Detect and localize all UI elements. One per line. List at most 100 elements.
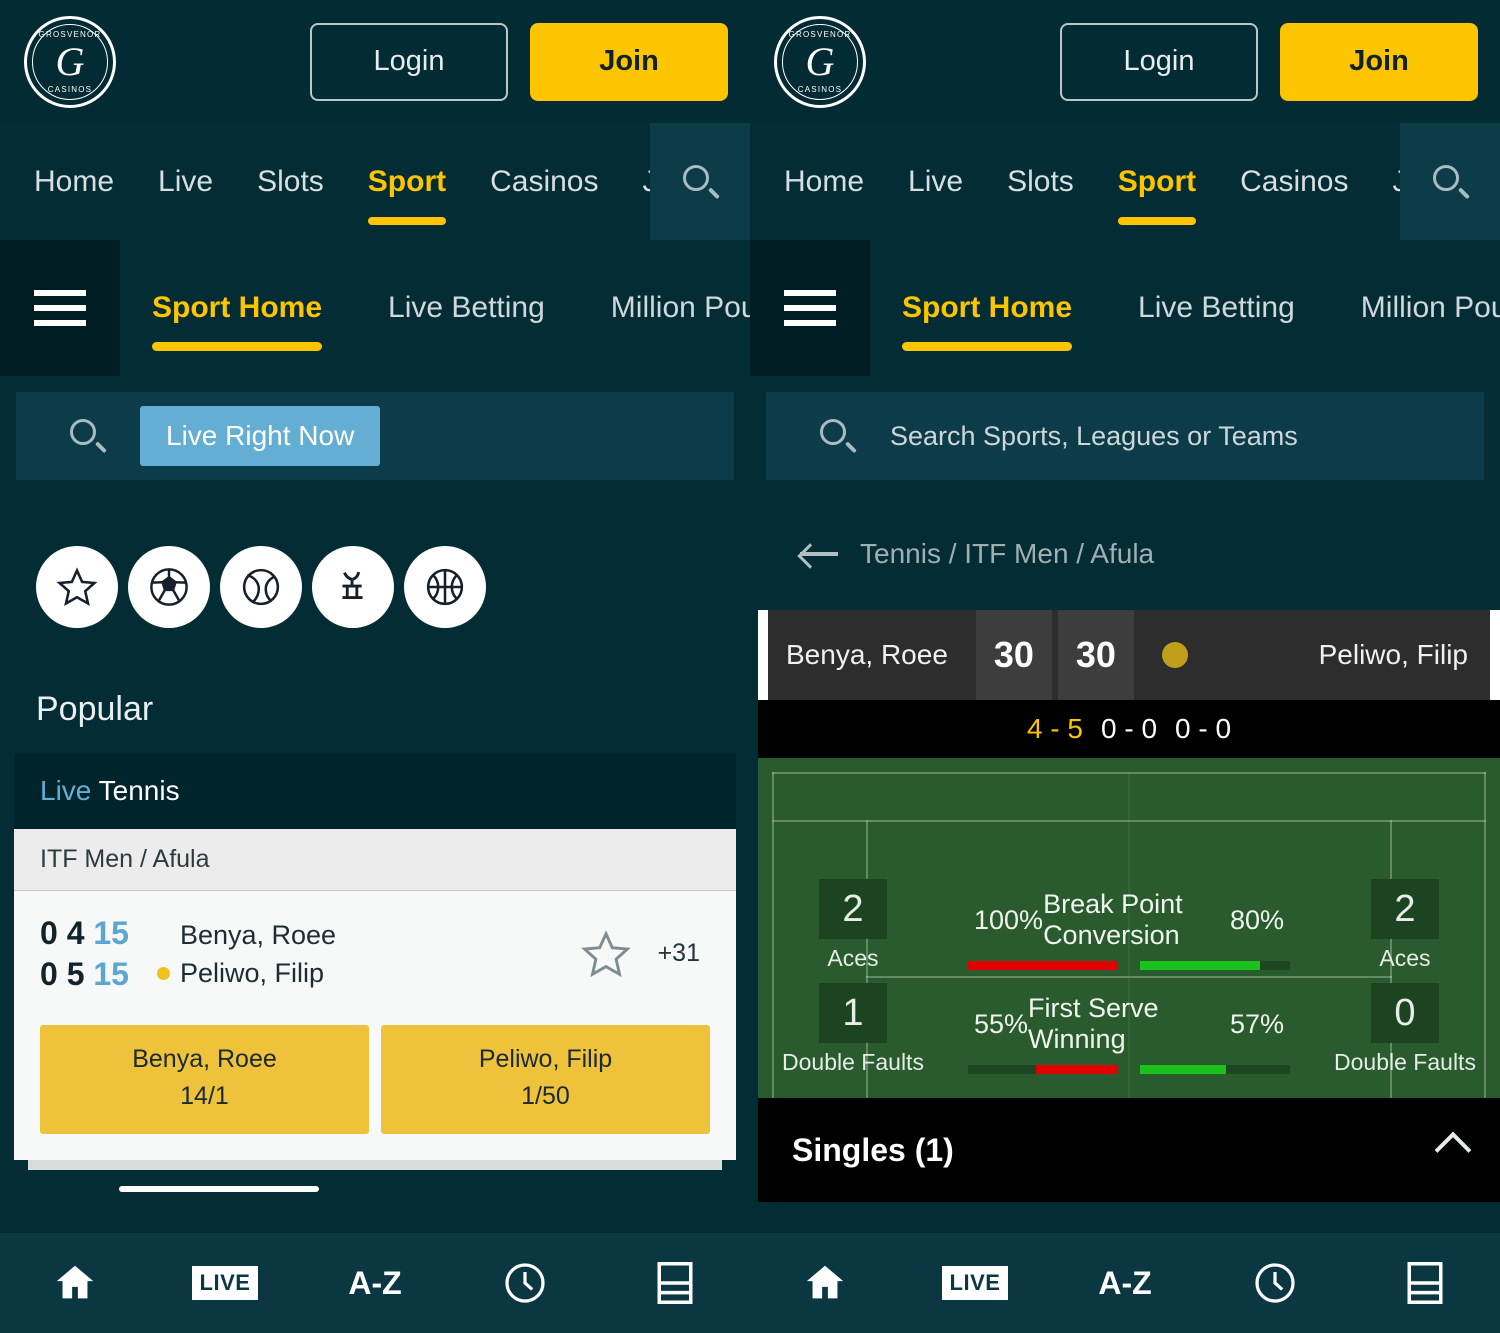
bottom-nav-live[interactable]: LIVE — [175, 1266, 275, 1300]
live-right-now-chip[interactable]: Live Right Now — [140, 406, 381, 466]
bottom-nav-home[interactable] — [25, 1260, 125, 1306]
subnav-item-million-pound[interactable]: Million Pou — [611, 291, 750, 325]
hamburger-menu-button[interactable] — [0, 240, 120, 376]
stat-row-break-point: 2 Aces 100% Break Point Conversion 80% 2… — [758, 879, 1500, 983]
odds-selection-away: Peliwo, Filip — [478, 1044, 613, 1073]
star-icon[interactable] — [36, 546, 118, 628]
login-button-right[interactable]: Login — [1060, 22, 1258, 101]
auth-buttons: Login Join — [310, 22, 750, 101]
odds-button-away[interactable]: Peliwo, Filip 1/50 — [381, 1024, 710, 1134]
logo-top-text-right: GROSVENOR — [788, 29, 852, 39]
sports-search-input-right[interactable]: Search Sports, Leagues or Teams — [766, 392, 1484, 480]
nav-item-home-right[interactable]: Home — [784, 165, 864, 199]
search-icon — [1433, 164, 1470, 199]
logo-bottom-text: CASINOS — [47, 84, 93, 94]
away-games: 5 — [66, 955, 85, 992]
grosvenor-casinos-logo-right[interactable]: GROSVENOR G CASINOS — [774, 15, 866, 108]
bottom-nav-upcoming[interactable] — [475, 1259, 575, 1307]
bottom-nav-betslip[interactable] — [625, 1259, 725, 1307]
odds-button-home[interactable]: Benya, Roee 14/1 — [40, 1024, 369, 1134]
subnav-items-right: Sport Home Live Betting Million Pou — [870, 291, 1500, 351]
league-row[interactable]: ITF Men / Afula — [14, 829, 736, 891]
first-serve-winning-stat: 55% First Serve Winning 57% — [948, 983, 1310, 1074]
subnav-item-live-betting[interactable]: Live Betting — [388, 291, 545, 325]
scoreboard-header: Benya, Roee 30 30 Peliwo, Filip — [758, 610, 1500, 700]
sports-search-input[interactable]: Live Right Now — [16, 392, 734, 480]
basketball-icon[interactable] — [404, 546, 486, 628]
away-sets: 0 — [40, 955, 58, 992]
chevron-up-icon[interactable] — [1434, 1131, 1472, 1169]
nav-item-sport-right[interactable]: Sport — [1117, 165, 1197, 225]
match-body: 0 4 15 0 5 15 Benya, Roee Peliwo, Filip — [14, 891, 736, 1160]
break-point-label: Break Point Conversion — [1043, 889, 1183, 950]
football-icon[interactable] — [128, 546, 210, 628]
grosvenor-casinos-logo[interactable]: GROSVENOR G CASINOS — [24, 15, 116, 108]
breadcrumb-path[interactable]: Tennis / ITF Men / Afula — [860, 538, 1154, 570]
header-search-button-right[interactable] — [1400, 123, 1500, 240]
bottom-nav-az[interactable]: A-Z — [325, 1265, 425, 1302]
star-outline-icon[interactable] — [578, 927, 634, 981]
bottom-nav-az-right[interactable]: A-Z — [1075, 1265, 1175, 1302]
nav-item-live[interactable]: Live — [158, 165, 213, 199]
login-button[interactable]: Login — [310, 22, 508, 101]
header-search-button[interactable] — [650, 123, 750, 240]
a-to-z-icon: A-Z — [1098, 1264, 1152, 1301]
subnav-items: Sport Home Live Betting Million Pou — [120, 291, 750, 351]
score-row-away: 0 5 15 — [40, 954, 129, 995]
dual-panel-screenshot: GROSVENOR G CASINOS Login Join Home Live… — [0, 0, 1500, 1333]
home-double-faults-block: 1 Double Faults — [758, 983, 948, 1076]
top-header-bar: GROSVENOR G CASINOS Login Join — [0, 0, 750, 123]
break-point-conversion-stat: 100% Break Point Conversion 80% — [948, 879, 1310, 970]
search-icon — [683, 164, 720, 199]
scroll-indicator[interactable] — [119, 1185, 319, 1192]
score-row-home: 0 4 15 — [40, 913, 129, 954]
home-sets: 0 — [40, 915, 58, 951]
nav-item-casinos[interactable]: Casinos — [490, 165, 598, 199]
search-icon — [70, 419, 107, 454]
home-aces-caption: Aces — [827, 945, 879, 971]
first-serve-away-pct: 57% — [1229, 1008, 1284, 1039]
subnav-item-live-betting-right[interactable]: Live Betting — [1138, 291, 1295, 325]
bottom-nav-betslip-right[interactable] — [1375, 1259, 1475, 1307]
singles-market-header[interactable]: Singles (1) — [758, 1098, 1500, 1202]
away-double-faults-value: 0 — [1371, 983, 1439, 1043]
right-panel: GROSVENOR G CASINOS Login Join Home Live… — [750, 0, 1500, 1333]
odds-row: Benya, Roee 14/1 Peliwo, Filip 1/50 — [40, 995, 710, 1160]
nav-item-slots-right[interactable]: Slots — [1007, 165, 1074, 199]
tennis-ball-icon[interactable] — [220, 546, 302, 628]
away-aces-value: 2 — [1371, 879, 1439, 939]
subnav-item-sport-home[interactable]: Sport Home — [152, 291, 323, 351]
bottom-nav-live-right[interactable]: LIVE — [925, 1266, 1025, 1300]
nav-item-casinos-right[interactable]: Casinos — [1240, 165, 1348, 199]
search-icon — [820, 419, 857, 454]
nav-item-home[interactable]: Home — [34, 165, 114, 199]
bottom-nav-home-right[interactable] — [775, 1260, 875, 1306]
set-score-3: 0 - 0 — [1175, 713, 1232, 744]
break-point-home-pct: 100% — [974, 904, 1044, 935]
scoreboard-sets: 4 - 5 0 - 0 0 - 0 — [758, 700, 1500, 758]
first-serve-label: First Serve Winning — [1028, 993, 1159, 1054]
stats-overlay: 2 Aces 100% Break Point Conversion 80% 2… — [758, 758, 1500, 1098]
join-button[interactable]: Join — [530, 22, 728, 101]
card-scroll-edge — [28, 1159, 722, 1170]
nav-item-sport[interactable]: Sport — [367, 165, 447, 225]
live-icon: LIVE — [191, 1266, 259, 1300]
break-point-labels: 100% Break Point Conversion 80% — [950, 879, 1308, 951]
horse-racing-icon[interactable] — [312, 546, 394, 628]
nav-item-slots[interactable]: Slots — [257, 165, 324, 199]
more-markets-count[interactable]: +31 — [658, 939, 700, 968]
back-arrow-icon[interactable] — [800, 541, 838, 567]
hamburger-menu-button-right[interactable] — [750, 240, 870, 376]
scoreboard-home-points: 30 — [975, 610, 1052, 700]
nav-item-live-right[interactable]: Live — [908, 165, 963, 199]
join-button-right[interactable]: Join — [1280, 22, 1478, 101]
scoreboard-home-player: Benya, Roee — [786, 639, 948, 670]
subnav-item-sport-home-right[interactable]: Sport Home — [902, 291, 1073, 351]
subnav-item-million-pound-right[interactable]: Million Pou — [1361, 291, 1500, 325]
bottom-nav-right: LIVE A-Z — [750, 1233, 1500, 1333]
clock-icon — [505, 1263, 545, 1303]
home-double-faults-value: 1 — [819, 983, 887, 1043]
serve-dot-icon-away — [156, 966, 170, 980]
bottom-nav-upcoming-right[interactable] — [1225, 1259, 1325, 1307]
betslip-icon — [1407, 1262, 1443, 1304]
